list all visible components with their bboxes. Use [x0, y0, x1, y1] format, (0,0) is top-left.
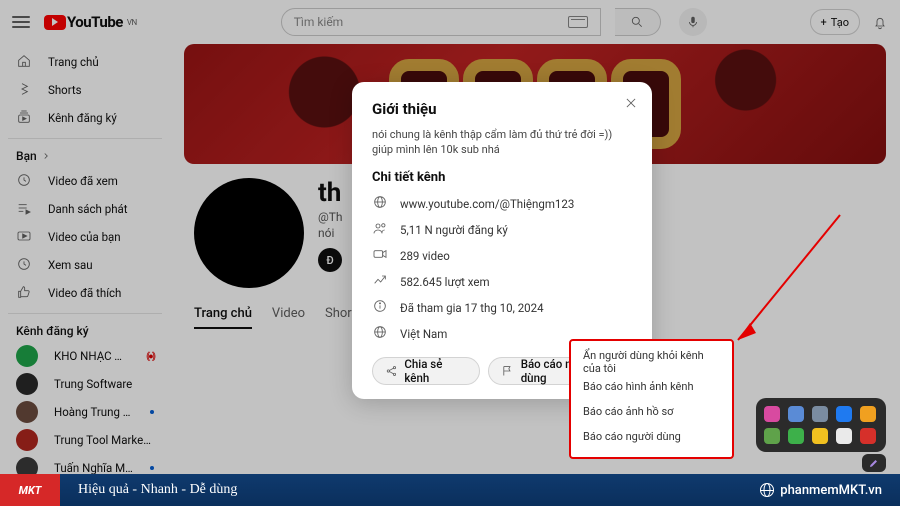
footer-site[interactable]: phanmemMKT.vn: [760, 483, 882, 498]
globe-icon: [372, 324, 388, 343]
tray-app-icon[interactable]: [860, 406, 876, 422]
tray-app-icon[interactable]: [812, 406, 828, 422]
menu-report-user[interactable]: Báo cáo người dùng: [571, 424, 732, 449]
footer-banner: MKT Hiệu quả - Nhanh - Dễ dùng phanmemMK…: [0, 474, 900, 506]
channel-detail-row: 582.645 lượt xem: [372, 269, 632, 295]
channel-detail-row: Đã tham gia 17 thg 10, 2024: [372, 295, 632, 321]
footer-logo: MKT: [0, 474, 60, 506]
globe-icon: [760, 483, 774, 497]
video-icon: [372, 246, 388, 265]
info-icon: [372, 298, 388, 317]
menu-report-channel-art[interactable]: Báo cáo hình ảnh kênh: [571, 374, 732, 399]
report-context-menu: Ẩn người dùng khỏi kênh của tôi Báo cáo …: [569, 339, 734, 459]
globe-icon: [372, 194, 388, 213]
tray-app-icon[interactable]: [788, 406, 804, 422]
flag-icon: [501, 364, 514, 378]
footer-slogan: Hiệu quả - Nhanh - Dễ dùng: [78, 482, 237, 498]
channel-detail-row: www.youtube.com/@Thiệngm123: [372, 191, 632, 217]
channel-detail-row: 289 video: [372, 243, 632, 269]
menu-hide-user[interactable]: Ẩn người dùng khỏi kênh của tôi: [571, 349, 732, 374]
tray-app-icon[interactable]: [788, 428, 804, 444]
close-icon[interactable]: [624, 96, 638, 110]
tray-app-icon[interactable]: [764, 406, 780, 422]
app-tray-pen[interactable]: [862, 454, 886, 472]
share-icon: [385, 364, 398, 378]
share-channel-button[interactable]: Chia sẻ kênh: [372, 357, 480, 385]
tray-app-icon[interactable]: [764, 428, 780, 444]
trend-icon: [372, 272, 388, 291]
modal-title: Giới thiệu: [372, 100, 632, 118]
menu-report-profile-pic[interactable]: Báo cáo ảnh hồ sơ: [571, 399, 732, 424]
app-tray[interactable]: [756, 398, 886, 452]
tray-app-icon[interactable]: [836, 428, 852, 444]
people-icon: [372, 220, 388, 239]
channel-detail-row: 5,11 N người đăng ký: [372, 217, 632, 243]
tray-app-icon[interactable]: [836, 406, 852, 422]
modal-details-title: Chi tiết kênh: [372, 170, 632, 185]
tray-app-icon[interactable]: [860, 428, 876, 444]
tray-app-icon[interactable]: [812, 428, 828, 444]
pen-icon: [868, 457, 880, 469]
modal-description: nói chung là kênh thập cẩm làm đủ thứ tr…: [372, 128, 632, 158]
